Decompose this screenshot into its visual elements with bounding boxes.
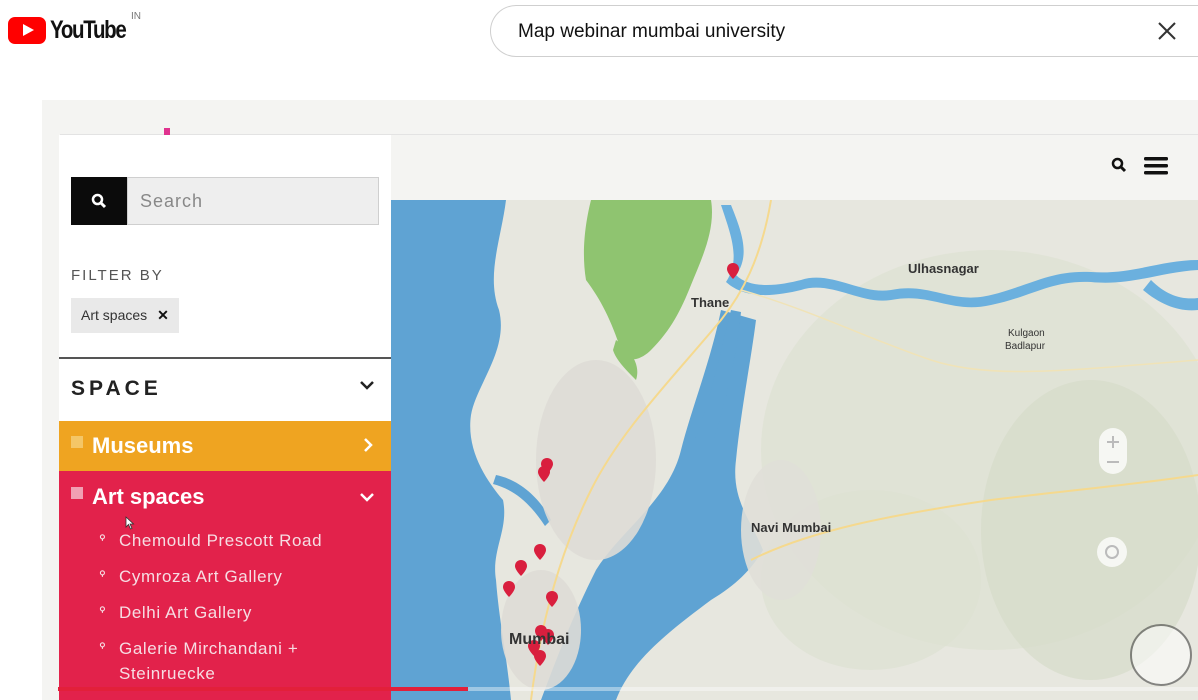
active-filter-chip[interactable]: Art spaces ✕ [71, 298, 179, 333]
venue-name: Delhi Art Gallery [119, 603, 253, 622]
map-label-navi-mumbai: Navi Mumbai [751, 520, 832, 535]
search-icon [91, 193, 107, 209]
venue-name: Galerie Mirchandani + [119, 639, 299, 658]
youtube-wordmark: YouTube [50, 16, 127, 44]
category-art-spaces: Art spaces Chemould Prescott Road Cymroz… [59, 471, 391, 700]
map-label-ulhasnagar: Ulhasnagar [908, 261, 979, 276]
category-art-spaces-label[interactable]: Art spaces [92, 484, 205, 510]
map-label-thane: Thane [691, 295, 730, 310]
venue-item[interactable]: Galerie Mirchandani + Steinruecke [97, 636, 298, 686]
youtube-play-icon [8, 17, 46, 44]
category-museums-label: Museums [92, 433, 194, 458]
art-spaces-checkbox[interactable] [71, 487, 83, 499]
close-icon[interactable] [1154, 18, 1180, 44]
filter-by-label: FILTER BY [71, 267, 164, 284]
chevron-down-icon [360, 381, 374, 390]
youtube-logo[interactable]: YouTube [8, 16, 142, 45]
museums-checkbox[interactable] [71, 436, 83, 448]
map-pin-icon [99, 570, 105, 577]
youtube-page: YouTube IN Map webinar mumbai university [0, 0, 1198, 700]
map-canvas[interactable] [391, 200, 1198, 700]
venue-name-continued: Steinruecke [119, 664, 216, 683]
remove-filter-icon[interactable]: ✕ [157, 307, 169, 333]
map-pin-icon [99, 534, 105, 541]
chevron-down-icon[interactable] [359, 491, 375, 503]
map-label-mumbai: Mumbai [509, 631, 570, 648]
search-input[interactable]: Map webinar mumbai university [518, 21, 785, 43]
map-svg [391, 200, 1198, 700]
video-player[interactable]: Thane Ulhasnagar Navi Mumbai Mumbai Kulg… [42, 100, 1198, 700]
venue-item[interactable]: Chemould Prescott Road [97, 528, 322, 553]
map-search-icon[interactable] [1111, 157, 1127, 173]
hamburger-menu-icon[interactable] [1144, 156, 1168, 176]
mouse-cursor-icon [125, 516, 135, 530]
sidebar-search-button[interactable] [71, 177, 127, 225]
map-label-badlapur: Badlapur [1005, 341, 1046, 352]
map-pin-icon [99, 642, 105, 649]
venue-item[interactable]: Cymroza Art Gallery [97, 564, 283, 589]
venue-item[interactable]: Delhi Art Gallery [97, 600, 252, 625]
category-museums[interactable]: Museums [59, 421, 391, 471]
venue-name: Cymroza Art Gallery [119, 567, 283, 586]
map-label-kulgaon: Kulgaon [1008, 328, 1045, 339]
country-code: IN [131, 11, 141, 22]
video-progress-bar[interactable] [58, 687, 468, 691]
space-section-header[interactable]: SPACE [59, 357, 391, 421]
chevron-right-icon [364, 438, 373, 452]
youtube-search-box[interactable]: Map webinar mumbai university [490, 5, 1198, 57]
sidebar-search[interactable]: Search [71, 177, 379, 225]
map-pin-icon [99, 606, 105, 613]
active-filter-label: Art spaces [81, 307, 148, 323]
map-sidebar: Search FILTER BY Art spaces ✕ SPACE Muse… [59, 135, 391, 700]
video-progress-track[interactable] [468, 687, 1198, 691]
space-section-title: SPACE [71, 377, 162, 400]
venue-name: Chemould Prescott Road [119, 531, 323, 550]
sidebar-search-input[interactable]: Search [127, 177, 379, 225]
